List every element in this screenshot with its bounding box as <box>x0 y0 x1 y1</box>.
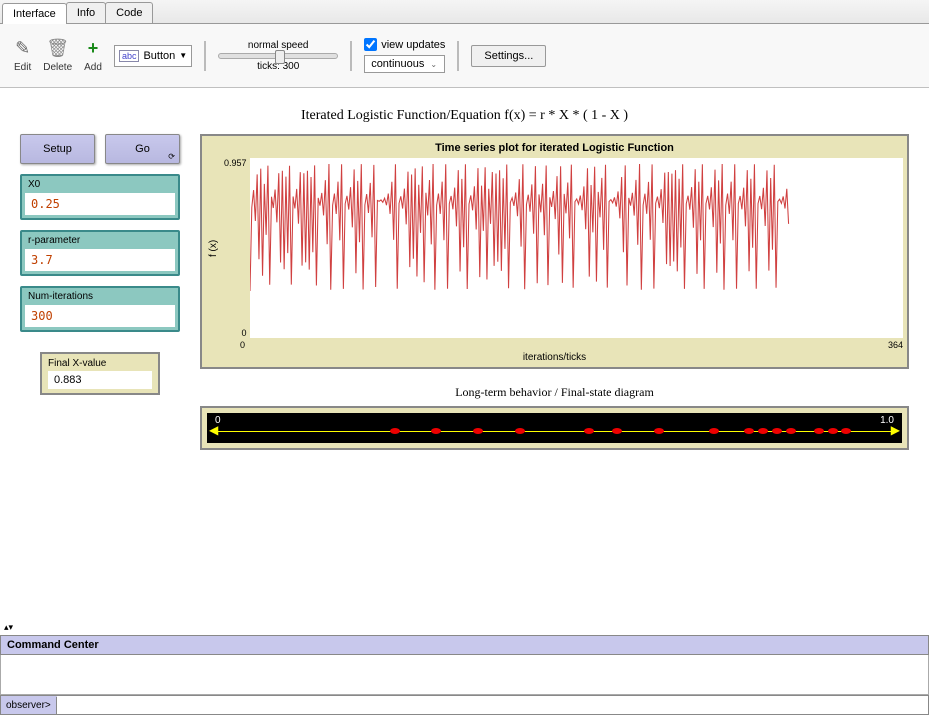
delete-label: Delete <box>43 62 72 73</box>
attractor-point <box>758 428 768 434</box>
main-title: Iterated Logistic Function/Equation f(x)… <box>20 108 909 124</box>
go-button[interactable]: Go ⟳ <box>105 134 180 164</box>
attractor-point <box>841 428 851 434</box>
speed-label: normal speed <box>248 40 309 51</box>
command-input[interactable] <box>57 696 928 714</box>
abc-icon: abc <box>119 50 140 62</box>
prompt-agent-dropdown[interactable]: observer> <box>1 697 57 714</box>
attractor-point <box>814 428 824 434</box>
plot-ymin: 0 <box>224 328 247 338</box>
go-label: Go <box>135 143 150 155</box>
n-value[interactable]: 300 <box>25 305 175 327</box>
toolbar: ✎ Edit 🗑 Delete + Add abc Button ▼ norma… <box>0 24 929 88</box>
attractor-point <box>612 428 622 434</box>
r-input[interactable]: r-parameter 3.7 <box>20 230 180 276</box>
n-input[interactable]: Num-iterations 300 <box>20 286 180 332</box>
command-center-header: Command Center <box>0 635 929 655</box>
attractor-point <box>654 428 664 434</box>
attractor-point <box>515 428 525 434</box>
plus-icon: + <box>88 39 99 59</box>
caret-down-icon: ⌄ <box>430 60 437 69</box>
time-series-plot: Time series plot for iterated Logistic F… <box>200 134 909 369</box>
plot-xmin: 0 <box>240 340 245 350</box>
x0-value[interactable]: 0.25 <box>25 193 175 215</box>
arrow-left-icon: ▶ <box>209 423 218 437</box>
plot-ylabel: f (x) <box>206 158 221 338</box>
view-mode-label: continuous <box>371 58 424 70</box>
prompt-label: observer> <box>6 700 51 711</box>
attractor-point <box>390 428 400 434</box>
command-center-output <box>0 655 929 695</box>
r-value[interactable]: 3.7 <box>25 249 175 271</box>
plot-canvas <box>250 158 903 338</box>
view-updates-group: view updates continuous ⌄ <box>364 38 445 73</box>
tab-bar: Interface Info Code <box>0 0 929 24</box>
widget-type-label: Button <box>143 50 175 62</box>
caret-down-icon: ▼ <box>179 51 187 60</box>
final-x-monitor: Final X-value 0.883 <box>40 352 160 395</box>
n-label: Num-iterations <box>22 288 178 305</box>
view-mode-dropdown[interactable]: continuous ⌄ <box>364 55 445 73</box>
attractor-point <box>786 428 796 434</box>
attractor-point <box>744 428 754 434</box>
separator <box>457 41 459 71</box>
view-updates-checkbox[interactable] <box>364 38 377 51</box>
plot-column: Time series plot for iterated Logistic F… <box>200 134 909 450</box>
controls-column: Setup Go ⟳ X0 0.25 r-parameter 3.7 Num-i… <box>20 134 180 450</box>
monitor-value: 0.883 <box>48 371 152 389</box>
speed-slider[interactable] <box>218 53 338 59</box>
separator <box>204 41 206 71</box>
edit-button[interactable]: ✎ Edit <box>14 39 31 73</box>
trash-icon: 🗑 <box>46 39 69 59</box>
workspace: Iterated Logistic Function/Equation f(x)… <box>0 88 929 460</box>
attractor-point <box>473 428 483 434</box>
arrow-right-icon: ▶ <box>891 423 900 437</box>
add-button[interactable]: + Add <box>84 39 102 73</box>
delete-button[interactable]: 🗑 Delete <box>43 39 72 73</box>
x0-label: X0 <box>22 176 178 193</box>
separator <box>350 41 352 71</box>
setup-label: Setup <box>43 143 72 155</box>
attractor-point <box>772 428 782 434</box>
tab-code[interactable]: Code <box>105 2 153 23</box>
attractor-point <box>709 428 719 434</box>
view-updates-label: view updates <box>381 39 445 51</box>
plot-svg <box>250 158 903 338</box>
command-prompt: observer> <box>0 695 929 715</box>
attractor-point <box>431 428 441 434</box>
pencil-icon: ✎ <box>15 39 30 59</box>
plot-ymax: 0.957 <box>224 158 247 168</box>
slider-thumb[interactable] <box>275 50 285 64</box>
r-label: r-parameter <box>22 232 178 249</box>
plot-xmax: 364 <box>888 340 903 350</box>
plot-title: Time series plot for iterated Logistic F… <box>206 140 903 158</box>
tab-info[interactable]: Info <box>66 2 106 23</box>
speed-slider-group: normal speed ticks: 300 <box>218 40 338 72</box>
attractor-point <box>584 428 594 434</box>
view-updates-check[interactable]: view updates <box>364 38 445 51</box>
cc-toggle[interactable]: ▴▾ <box>0 620 929 635</box>
loop-icon: ⟳ <box>168 152 175 161</box>
x0-input[interactable]: X0 0.25 <box>20 174 180 220</box>
setup-button[interactable]: Setup <box>20 134 95 164</box>
monitor-label: Final X-value <box>48 358 152 369</box>
longterm-title: Long-term behavior / Final-state diagram <box>200 385 909 400</box>
plot-xlabel: iterations/ticks <box>206 350 903 363</box>
final-state-plot: 0 1.0 ▶ ▶ <box>200 406 909 450</box>
edit-label: Edit <box>14 62 31 73</box>
attractor-point <box>828 428 838 434</box>
settings-button[interactable]: Settings... <box>471 45 546 67</box>
widget-type-dropdown[interactable]: abc Button ▼ <box>114 45 192 67</box>
add-label: Add <box>84 62 102 73</box>
tab-interface[interactable]: Interface <box>2 3 67 24</box>
final-state-canvas: 0 1.0 ▶ ▶ <box>207 413 902 443</box>
